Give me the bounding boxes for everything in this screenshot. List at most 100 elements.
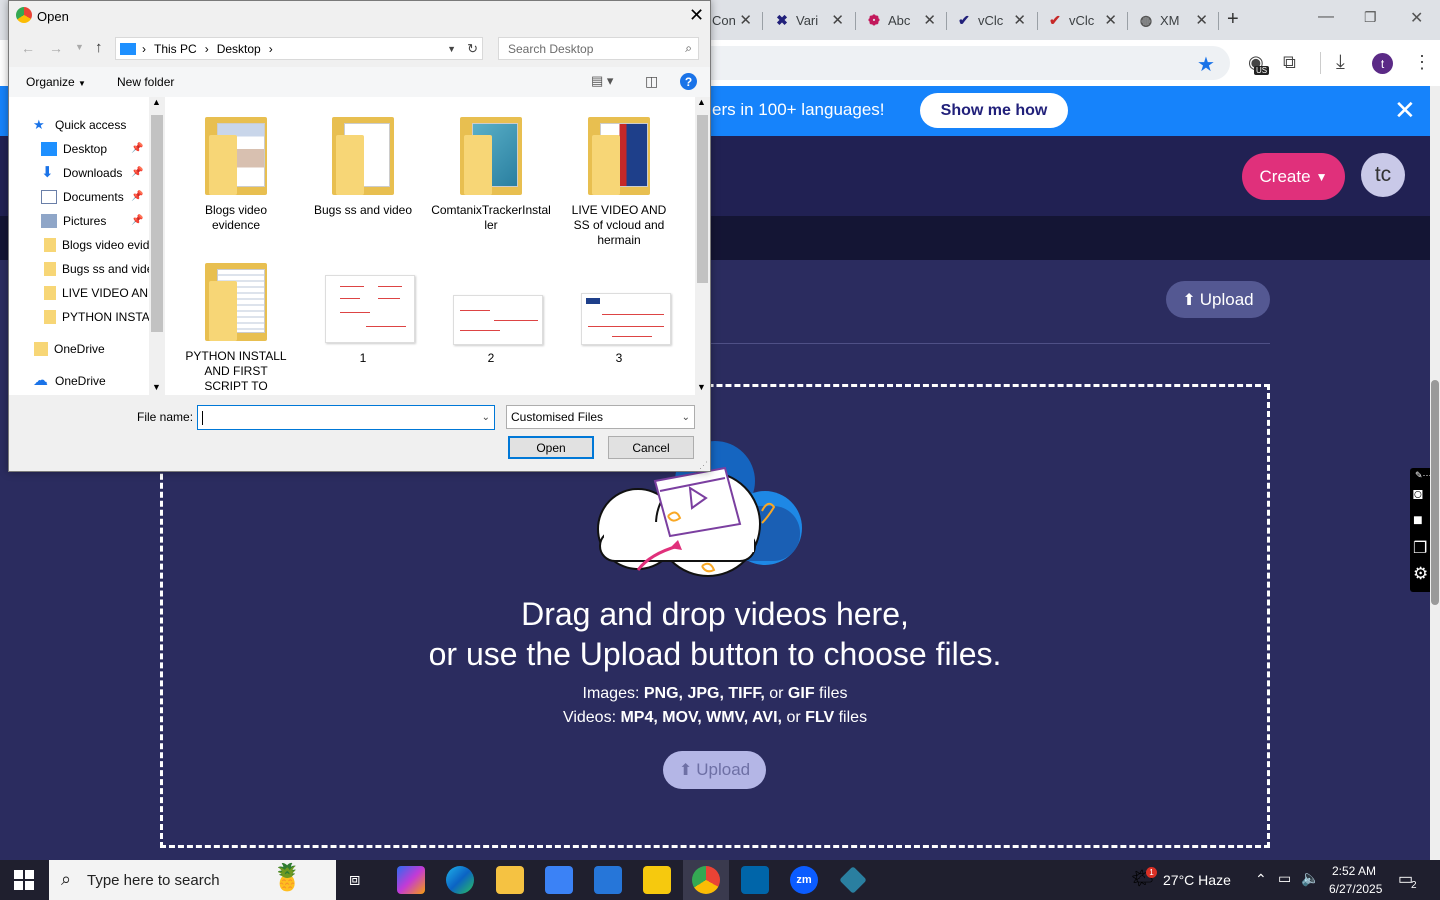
chrome-icon[interactable] [692,866,720,894]
forward-arrow-icon[interactable]: → [49,40,63,56]
nav-pictures[interactable]: Pictures [41,210,106,232]
extensions-puzzle-icon[interactable]: ⧉ [1283,52,1296,73]
nav-desktop[interactable]: Desktop [41,138,107,160]
file-explorer-icon[interactable] [496,866,524,894]
file-type-select[interactable]: Customised Files ⌄ [506,405,695,429]
nav-downloads[interactable]: ⬇ Downloads [41,162,122,184]
scroll-down-icon[interactable]: ▼ [152,382,161,392]
tab-close-icon[interactable]: ✕ [1195,11,1208,29]
clock-time[interactable]: 2:52 AM [1332,864,1376,878]
nav-onedrive-folder[interactable]: OneDrive [34,338,105,360]
up-arrow-icon[interactable]: ↑ [95,39,103,56]
file-item[interactable]: Blogs video evidence [181,109,291,239]
breadcrumb-this-pc[interactable]: This PC [154,42,197,56]
browser-tab-1[interactable]: ✖ Vari ✕ [774,8,844,32]
restore-icon[interactable]: ❐ [1364,9,1377,26]
page-scrollbar-thumb[interactable] [1431,380,1439,605]
upload-button[interactable]: ⬆ Upload [1166,281,1270,318]
tab-close-icon[interactable]: ✕ [739,11,752,29]
tab-separator [1037,12,1038,30]
browser-tab-5[interactable]: ◍ XM ✕ [1138,8,1208,32]
file-list-scrollbar-thumb[interactable] [697,115,708,283]
file-item[interactable]: PYTHON INSTALL AND FIRST SCRIPT TO [181,257,291,395]
weather-text[interactable]: 27°C Haze [1163,872,1231,888]
copy-icon[interactable]: ❐ [1413,538,1427,558]
sticky-notes-icon[interactable] [643,866,671,894]
minimize-icon[interactable]: — [1318,8,1334,26]
back-arrow-icon[interactable]: ← [21,40,35,56]
more-menu-icon[interactable]: ⋮ [1413,52,1431,73]
organize-menu[interactable]: Organize ▼ [26,75,86,89]
browser-tab-0[interactable]: Con ✕ [712,8,752,32]
address-bar[interactable] [700,46,1230,80]
nav-folder-python[interactable]: PYTHON INSTAL [44,306,149,328]
search-desktop-input[interactable]: Search Desktop ⌕ [498,37,699,60]
resize-grip-icon[interactable]: ⋰ [699,460,708,471]
banner-close-icon[interactable]: ✕ [1394,97,1416,123]
tab-close-icon[interactable]: ✕ [923,11,936,29]
file-item[interactable]: 2 [436,257,546,367]
download-icon[interactable]: ⤓ [1336,51,1345,74]
chevron-down-icon[interactable]: ⌄ [482,412,490,423]
taskbar-search[interactable]: ⌕ Type here to search 🍍 [49,860,336,900]
cancel-button[interactable]: Cancel [608,436,694,459]
zoom-icon[interactable]: zm [790,866,818,894]
scroll-up-icon[interactable]: ▲ [152,97,161,107]
window-close-icon[interactable]: ✕ [1410,8,1423,28]
file-item[interactable]: 1 [308,257,418,367]
breadcrumb-desktop[interactable]: Desktop [217,42,261,56]
nav-folder-live-video[interactable]: LIVE VIDEO AND [44,282,149,304]
path-breadcrumb[interactable]: › This PC › Desktop › ▼ ↻ [115,37,483,60]
file-item[interactable]: Bugs ss and video [308,109,418,239]
new-tab-button[interactable]: + [1227,8,1239,31]
refresh-icon[interactable]: ↻ [467,41,478,57]
vcloud-red-icon: ✔ [1049,11,1061,28]
tab-close-icon[interactable]: ✕ [831,11,844,29]
scroll-down-icon[interactable]: ▼ [697,382,706,392]
copilot-icon[interactable] [397,866,425,894]
vscode-icon[interactable] [741,866,769,894]
microsoft-store-icon[interactable] [545,866,573,894]
tab-close-icon[interactable]: ✕ [1104,11,1117,29]
open-button[interactable]: Open [508,436,594,459]
task-view-icon[interactable]: ⧈ [349,869,360,890]
new-folder-button[interactable]: New folder [117,75,174,89]
gear-icon[interactable]: ⚙ [1413,564,1428,584]
nav-scrollbar-thumb[interactable] [151,115,163,332]
view-options-icon[interactable]: ▤ ▾ [591,73,613,89]
volume-icon[interactable]: 🔈 [1301,869,1320,887]
weather-badge: 1 [1146,867,1157,878]
browser-tab-3[interactable]: ✔ vClc ✕ [956,8,1026,32]
dialog-close-icon[interactable]: ✕ [689,5,704,26]
profile-avatar[interactable]: t [1372,53,1393,74]
file-item[interactable]: 3 [564,257,674,367]
nav-documents[interactable]: Documents [41,186,124,208]
file-name-input[interactable]: ⌄ [197,405,495,430]
bookmark-star-icon[interactable]: ★ [1197,52,1215,77]
path-dropdown-icon[interactable]: ▼ [447,44,456,54]
network-icon[interactable]: ▭ [1278,870,1291,887]
scroll-up-icon[interactable]: ▲ [697,97,706,107]
browser-tab-4[interactable]: ✔ vClc ✕ [1047,8,1117,32]
nav-quick-access[interactable]: ★ Quick access [33,114,126,136]
clock-date[interactable]: 6/27/2025 [1329,882,1382,896]
user-avatar[interactable]: tc [1361,153,1405,197]
recent-chevron-icon[interactable]: ▼ [75,42,84,52]
upload-button-disabled[interactable]: ⬆ Upload [663,751,766,789]
browser-tab-2[interactable]: ❁ Abc ✕ [866,8,936,32]
create-button[interactable]: Create ▼ [1242,153,1345,200]
video-camera-icon[interactable]: ■ [1413,512,1423,530]
tab-close-icon[interactable]: ✕ [1013,11,1026,29]
camera-icon[interactable]: ◙ [1413,486,1423,504]
mail-icon[interactable] [594,866,622,894]
file-item[interactable]: ComtanixTrackerInstaller [431,109,551,239]
nav-folder-bugs[interactable]: Bugs ss and vide [44,258,149,280]
edge-icon[interactable] [446,866,474,894]
file-item[interactable]: LIVE VIDEO AND SS of vcloud and hermain [564,109,674,259]
help-icon[interactable]: ? [680,73,697,90]
nav-onedrive-cloud[interactable]: ☁ OneDrive [33,370,106,392]
show-me-how-button[interactable]: Show me how [920,93,1068,128]
preview-pane-icon[interactable]: ◫ [645,73,658,90]
show-hidden-icons-icon[interactable]: ⌃ [1255,871,1267,888]
nav-folder-blogs[interactable]: Blogs video evid [44,234,149,256]
